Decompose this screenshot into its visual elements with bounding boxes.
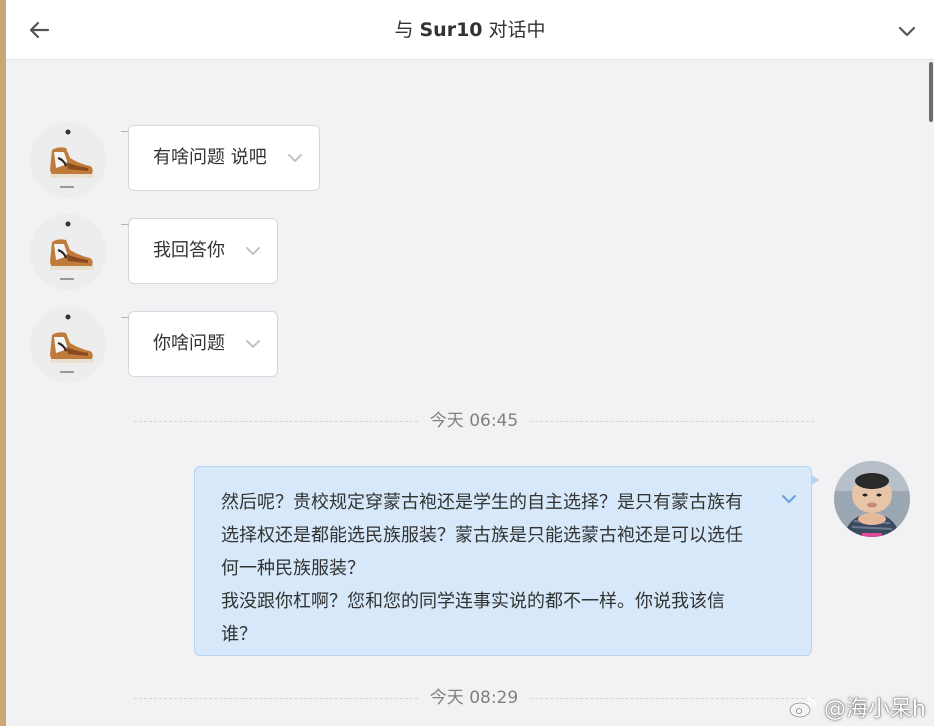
received-message-bubble[interactable]: 我回答你	[121, 218, 278, 284]
chat-header: 与 Sur10 对话中	[6, 0, 934, 60]
title-prefix: 与	[394, 19, 414, 41]
time-separator: 今天 08:29	[134, 688, 814, 708]
message-line: 选择权还是都能选民族服装？蒙古族是只能选蒙古袍还是可以选任	[221, 525, 743, 546]
sent-message-bubble[interactable]: 然后呢？贵校规定穿蒙古袍还是学生的自主选择？是只有蒙古族有 选择权还是都能选民族…	[194, 466, 820, 656]
bubble-tail	[811, 475, 820, 485]
received-message-bubble[interactable]: 有啥问题 说吧	[121, 125, 320, 191]
received-message-bubble[interactable]: 你啥问题	[121, 311, 278, 377]
chevron-down-icon	[898, 26, 916, 37]
message-line: 何一种民族服装？	[221, 558, 365, 579]
sneaker-avatar-icon	[50, 314, 94, 373]
message-text: 我回答你	[153, 240, 225, 261]
scrollbar-thumb[interactable]	[929, 62, 933, 122]
my-avatar[interactable]	[834, 461, 910, 537]
message-line: 然后呢？贵校规定穿蒙古袍还是学生的自主选择？是只有蒙古族有	[221, 492, 743, 513]
chat-window: 与 Sur10 对话中 有啥问题 说吧 我回答你 你啥问题 今天 06:45 然…	[6, 0, 934, 726]
contact-avatar[interactable]	[30, 307, 106, 383]
time-label: 今天 08:29	[417, 688, 531, 708]
chat-title: 与 Sur10 对话中	[6, 17, 934, 43]
contact-name: Sur10	[419, 19, 483, 41]
scrollbar-track[interactable]	[928, 60, 934, 726]
watermark: @海小呆h	[788, 692, 926, 722]
time-separator: 今天 06:45	[134, 411, 814, 431]
time-label: 今天 06:45	[417, 411, 531, 431]
contact-avatar[interactable]	[30, 122, 106, 198]
chevron-down-icon[interactable]	[285, 148, 305, 168]
baby-avatar-icon	[834, 461, 910, 537]
bubble-tail	[121, 131, 129, 132]
message-text: 你啥问题	[153, 333, 225, 354]
bubble-tail	[121, 224, 129, 225]
chevron-down-icon[interactable]	[243, 241, 263, 261]
bubble-tail	[121, 317, 129, 318]
sneaker-avatar-icon	[50, 129, 94, 188]
weibo-logo-icon	[788, 697, 817, 719]
sneaker-avatar-icon	[50, 221, 94, 280]
message-text: 有啥问题 说吧	[153, 147, 267, 168]
message-line: 谁？	[221, 624, 257, 645]
chevron-down-icon[interactable]	[779, 489, 799, 509]
title-suffix: 对话中	[488, 19, 546, 41]
watermark-text: @海小呆h	[824, 697, 926, 722]
chevron-down-icon[interactable]	[243, 334, 263, 354]
contact-avatar[interactable]	[30, 214, 106, 290]
message-line: 我没跟你杠啊？您和您的同学连事实说的都不一样。你说我该信	[221, 591, 725, 612]
collapse-button[interactable]	[894, 18, 920, 44]
